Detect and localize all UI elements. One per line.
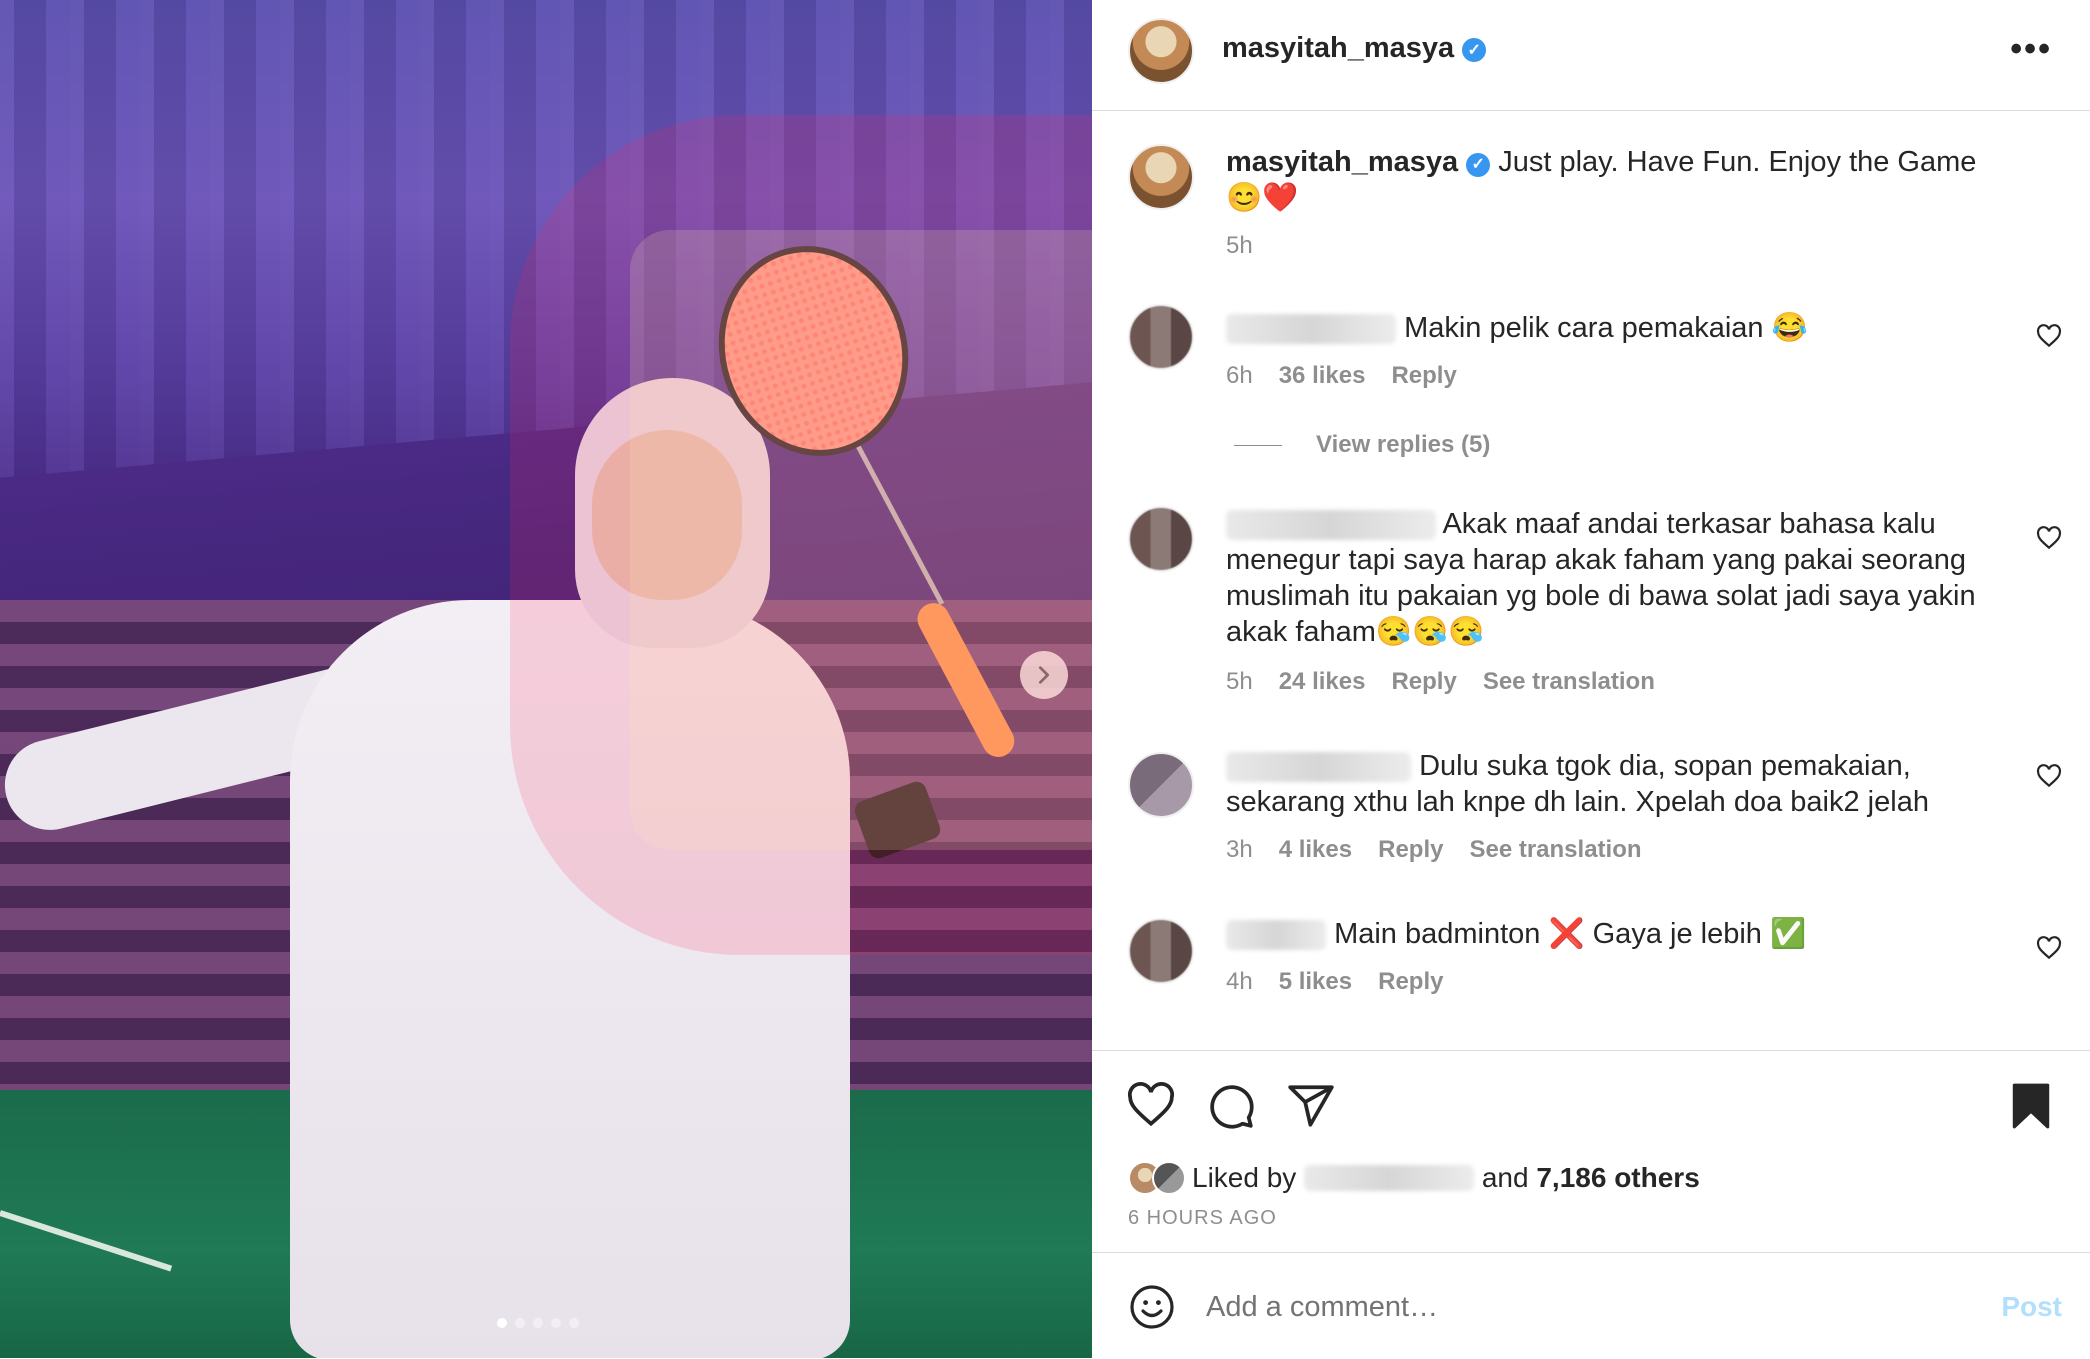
view-replies-label[interactable]: View replies (5) bbox=[1316, 431, 1490, 459]
view-replies-button[interactable]: View replies (5) bbox=[1234, 431, 1490, 459]
commenter-avatar[interactable] bbox=[1128, 304, 1194, 370]
post-header: masyitah_masya ✓ ••• bbox=[1092, 0, 2090, 111]
commenter-avatar[interactable] bbox=[1128, 752, 1194, 818]
reply-button[interactable]: Reply bbox=[1378, 968, 1443, 996]
comment-likes[interactable]: 36 likes bbox=[1279, 362, 1366, 390]
see-translation-button[interactable]: See translation bbox=[1469, 836, 1641, 864]
author-avatar[interactable] bbox=[1128, 18, 1194, 84]
author-avatar[interactable] bbox=[1128, 144, 1194, 210]
commenter-username-redacted[interactable] bbox=[1226, 314, 1396, 345]
reply-button[interactable]: Reply bbox=[1391, 362, 1456, 390]
comment-time: 4h bbox=[1226, 968, 1253, 995]
carousel-dots bbox=[497, 1318, 579, 1328]
like-comment-heart-icon[interactable] bbox=[2036, 526, 2062, 552]
more-options-button[interactable]: ••• bbox=[2010, 30, 2052, 69]
comment-icon[interactable] bbox=[1206, 1081, 1256, 1131]
reply-button[interactable]: Reply bbox=[1378, 836, 1443, 864]
comment-time: 3h bbox=[1226, 836, 1253, 863]
comment-body: Makin pelik cara pemakaian 😂 bbox=[1404, 312, 1808, 344]
comment-bar: Post bbox=[1092, 1252, 2090, 1359]
comment-text: Main badminton ❌ Gaya je lebih ✅ bbox=[1226, 916, 2016, 952]
commenter-avatar[interactable] bbox=[1128, 918, 1194, 984]
post-side-panel: masyitah_masya ✓ ••• masyitah_masya ✓ Just… bbox=[1092, 0, 2090, 1358]
comment-body: Main badminton ❌ Gaya je lebih ✅ bbox=[1334, 918, 1807, 950]
comment-meta: 5h 24 likes Reply See translation bbox=[1226, 668, 1655, 696]
carousel-dot[interactable] bbox=[515, 1318, 525, 1328]
author-username-text[interactable]: masyitah_masya bbox=[1222, 32, 1454, 64]
like-heart-icon[interactable] bbox=[1126, 1081, 1176, 1131]
caption-meta: 5h bbox=[1226, 232, 1253, 260]
see-translation-button[interactable]: See translation bbox=[1483, 668, 1655, 696]
likes-count[interactable]: 7,186 others bbox=[1536, 1162, 1699, 1194]
verified-badge-icon: ✓ bbox=[1466, 153, 1491, 177]
like-comment-heart-icon[interactable] bbox=[2036, 764, 2062, 790]
comment-meta: 6h 36 likes Reply bbox=[1226, 362, 1457, 390]
liked-by[interactable]: Liked by and 7,186 others bbox=[1128, 1161, 1700, 1195]
like-comment-heart-icon[interactable] bbox=[2036, 936, 2062, 962]
carousel-dot[interactable] bbox=[533, 1318, 543, 1328]
bookmark-icon[interactable] bbox=[2006, 1081, 2056, 1131]
comment-time: 5h bbox=[1226, 668, 1253, 695]
comment-text: Makin pelik cara pemakaian 😂 bbox=[1226, 310, 2016, 346]
comment-meta: 3h 4 likes Reply See translation bbox=[1226, 836, 1642, 864]
carousel-dot[interactable] bbox=[497, 1318, 507, 1328]
comment-likes[interactable]: 4 likes bbox=[1279, 836, 1352, 864]
liker-avatar bbox=[1152, 1161, 1186, 1195]
caption-text: masyitah_masya ✓ Just play. Have Fun. Enj… bbox=[1226, 144, 2016, 216]
share-icon[interactable] bbox=[1286, 1081, 1336, 1131]
liked-by-prefix: Liked by bbox=[1192, 1162, 1297, 1193]
comment-likes[interactable]: 24 likes bbox=[1279, 668, 1366, 696]
reply-button[interactable]: Reply bbox=[1391, 668, 1456, 696]
post-timestamp: 6 HOURS AGO bbox=[1128, 1207, 1277, 1229]
comment-text: Dulu suka tgok dia, sopan pemakaian, sek… bbox=[1226, 748, 2016, 820]
comment-input[interactable] bbox=[1204, 1283, 1908, 1331]
comment-likes[interactable]: 5 likes bbox=[1279, 968, 1352, 996]
view-replies-line bbox=[1234, 444, 1282, 446]
post-comment-button[interactable]: Post bbox=[2001, 1291, 2062, 1323]
commenter-username-redacted[interactable] bbox=[1226, 510, 1436, 541]
comment-text: Akak maaf andai terkasar bahasa kalu men… bbox=[1226, 506, 2016, 650]
liked-by-and: and bbox=[1481, 1162, 1529, 1193]
commenter-avatar[interactable] bbox=[1128, 506, 1194, 572]
liker-username-redacted[interactable] bbox=[1304, 1165, 1475, 1191]
commenter-username-redacted[interactable] bbox=[1226, 752, 1411, 783]
caption-time: 5h bbox=[1226, 232, 1253, 259]
emoji-icon[interactable] bbox=[1128, 1283, 1176, 1331]
watermark-logo-inner bbox=[630, 230, 1130, 850]
more-icon: ••• bbox=[2010, 30, 2052, 68]
like-comment-heart-icon[interactable] bbox=[2036, 324, 2062, 350]
post-actions: Liked by and 7,186 others 6 HOURS AGO bbox=[1092, 1050, 2090, 1251]
comment-time: 6h bbox=[1226, 362, 1253, 389]
carousel-dot[interactable] bbox=[569, 1318, 579, 1328]
commenter-username-redacted[interactable] bbox=[1226, 920, 1326, 951]
carousel-dot[interactable] bbox=[551, 1318, 561, 1328]
verified-badge-icon: ✓ bbox=[1462, 38, 1487, 62]
comment-meta: 4h 5 likes Reply bbox=[1226, 968, 1443, 996]
caption-username[interactable]: masyitah_masya bbox=[1226, 146, 1458, 178]
author-username[interactable]: masyitah_masya ✓ bbox=[1222, 32, 1487, 65]
